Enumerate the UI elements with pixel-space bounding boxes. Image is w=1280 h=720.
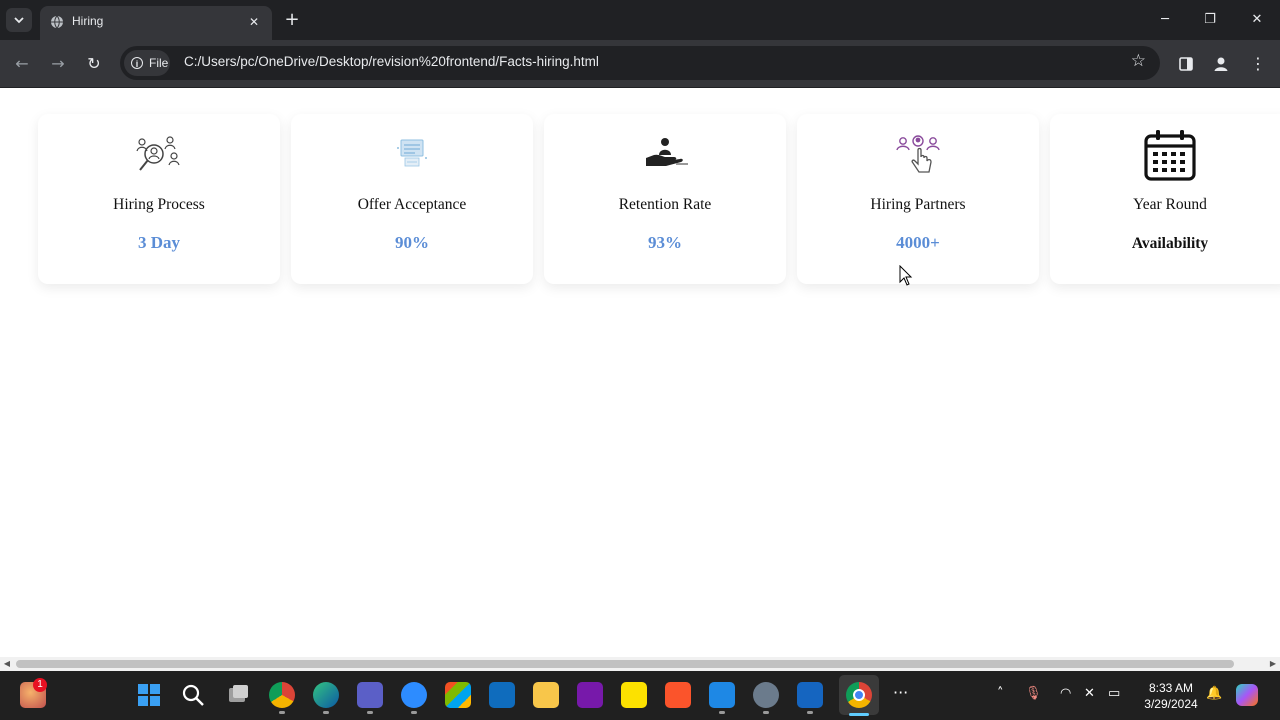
- new-tab-button[interactable]: +: [282, 10, 302, 30]
- scroll-left-icon[interactable]: ◀: [0, 657, 14, 671]
- chevron-up-icon[interactable]: ˄: [997, 686, 1004, 701]
- page-viewport: Hiring Process 3 Day Offer Acceptance 90…: [0, 88, 1280, 658]
- card-value: 4000+: [896, 233, 940, 252]
- address-bar[interactable]: i File C:/Users/pc/OneDrive/Desktop/revi…: [120, 46, 1160, 80]
- card-label: Hiring Process: [113, 196, 205, 213]
- tab-search-button[interactable]: [6, 8, 32, 32]
- info-icon: i: [131, 57, 143, 69]
- profile-icon[interactable]: [1209, 52, 1233, 76]
- bookmark-star-icon[interactable]: ☆: [1131, 51, 1146, 71]
- offer-document-icon: [397, 139, 427, 167]
- minimize-button[interactable]: ─: [1153, 8, 1177, 32]
- copilot-icon[interactable]: [1236, 684, 1258, 706]
- card-value: 93%: [648, 233, 682, 252]
- file-explorer-icon[interactable]: [533, 682, 559, 708]
- settings-icon[interactable]: [753, 682, 779, 714]
- search-icon[interactable]: [180, 682, 206, 708]
- site-info-chip[interactable]: i File: [124, 50, 170, 76]
- chevron-down-icon: [14, 17, 24, 24]
- tab-title: Hiring: [72, 14, 104, 28]
- running-indicator: [367, 711, 373, 714]
- globe-icon: [51, 15, 63, 29]
- store-icon[interactable]: [445, 682, 471, 708]
- running-indicator: [279, 711, 285, 714]
- address-url[interactable]: C:/Users/pc/OneDrive/Desktop/revision%20…: [184, 54, 599, 69]
- hand-with-person-icon: [646, 138, 688, 166]
- card-value: Availability: [1131, 235, 1209, 252]
- volume-muted-icon[interactable]: ✕: [1084, 686, 1095, 701]
- notifications-icon[interactable]: 🔔: [1206, 686, 1222, 701]
- mail-icon[interactable]: [489, 682, 515, 708]
- horizontal-scrollbar[interactable]: ◀ ▶: [0, 657, 1280, 671]
- sticky-notes-icon[interactable]: [621, 682, 647, 708]
- fact-card-retention-rate: Retention Rate 93%: [544, 114, 786, 284]
- forward-button[interactable]: →: [46, 52, 70, 76]
- chrome-icon[interactable]: [269, 682, 295, 714]
- back-button[interactable]: ←: [10, 52, 34, 76]
- running-indicator: [763, 711, 769, 714]
- chrome-active-icon[interactable]: [846, 682, 872, 716]
- active-indicator: [849, 713, 869, 716]
- teams-icon[interactable]: [357, 682, 383, 714]
- start-icon[interactable]: [136, 682, 162, 708]
- browser-titlebar: Hiring ✕ + ─ ❐ ✕: [0, 0, 1280, 40]
- brave-icon[interactable]: [665, 682, 691, 708]
- running-indicator: [719, 711, 725, 714]
- battery-icon[interactable]: ▭: [1108, 686, 1120, 701]
- running-indicator: [323, 711, 329, 714]
- mouse-pointer-icon: [899, 265, 913, 286]
- clock-time: 8:33 AM: [1148, 681, 1194, 695]
- menu-icon[interactable]: ⋮: [1246, 52, 1270, 76]
- card-label: Hiring Partners: [870, 196, 966, 213]
- fact-card-year-round: Year Round Availability: [1050, 114, 1280, 284]
- onenote-icon[interactable]: [577, 682, 603, 708]
- windows-taskbar: 1 ··· ˄ 🎙 ◠ ✕ ▭ 8:33 AM 3/29/2024 🔔: [0, 671, 1280, 720]
- restore-button[interactable]: ❐: [1198, 8, 1222, 32]
- card-label: Retention Rate: [618, 196, 712, 213]
- tab-close-icon[interactable]: ✕: [246, 14, 262, 30]
- scrollbar-thumb[interactable]: [16, 660, 1234, 668]
- side-panel-icon[interactable]: [1174, 52, 1198, 76]
- browser-tab[interactable]: Hiring ✕: [40, 6, 272, 40]
- widgets-icon[interactable]: 1: [20, 678, 47, 708]
- chrome-center-icon: [853, 689, 865, 701]
- task-view-icon[interactable]: [225, 682, 251, 708]
- system-clock[interactable]: 8:33 AM 3/29/2024: [1136, 680, 1206, 712]
- calendar-icon: [1144, 130, 1196, 181]
- running-indicator: [807, 711, 813, 714]
- card-label: Year Round: [1133, 196, 1207, 213]
- wifi-icon[interactable]: ◠: [1060, 686, 1071, 701]
- zoom-icon[interactable]: [401, 682, 427, 714]
- card-label: Offer Acceptance: [357, 196, 467, 213]
- reload-button[interactable]: ↻: [82, 52, 106, 76]
- close-window-button[interactable]: ✕: [1245, 8, 1269, 32]
- remote-icon[interactable]: [797, 682, 823, 714]
- vscode-icon[interactable]: [709, 682, 735, 714]
- team-select-icon: [896, 135, 940, 173]
- running-indicator: [411, 711, 417, 714]
- recruitment-search-icon: [136, 136, 180, 171]
- card-value: 90%: [395, 233, 429, 252]
- card-value: 3 Day: [137, 233, 181, 252]
- fact-card-hiring-partners: Hiring Partners 4000+: [797, 114, 1039, 284]
- edge-icon[interactable]: [313, 682, 339, 714]
- notification-badge: 1: [33, 678, 47, 692]
- scroll-right-icon[interactable]: ▶: [1266, 657, 1280, 671]
- microphone-icon[interactable]: 🎙: [1025, 686, 1042, 701]
- browser-toolbar: ← → ↻ i File C:/Users/pc/OneDrive/Deskto…: [0, 40, 1280, 88]
- fact-card-hiring-process: Hiring Process 3 Day: [38, 114, 280, 284]
- more-icon[interactable]: ···: [893, 683, 908, 702]
- scheme-label: File: [149, 56, 169, 70]
- fact-card-offer-acceptance: Offer Acceptance 90%: [291, 114, 533, 284]
- clock-date: 3/29/2024: [1144, 697, 1198, 711]
